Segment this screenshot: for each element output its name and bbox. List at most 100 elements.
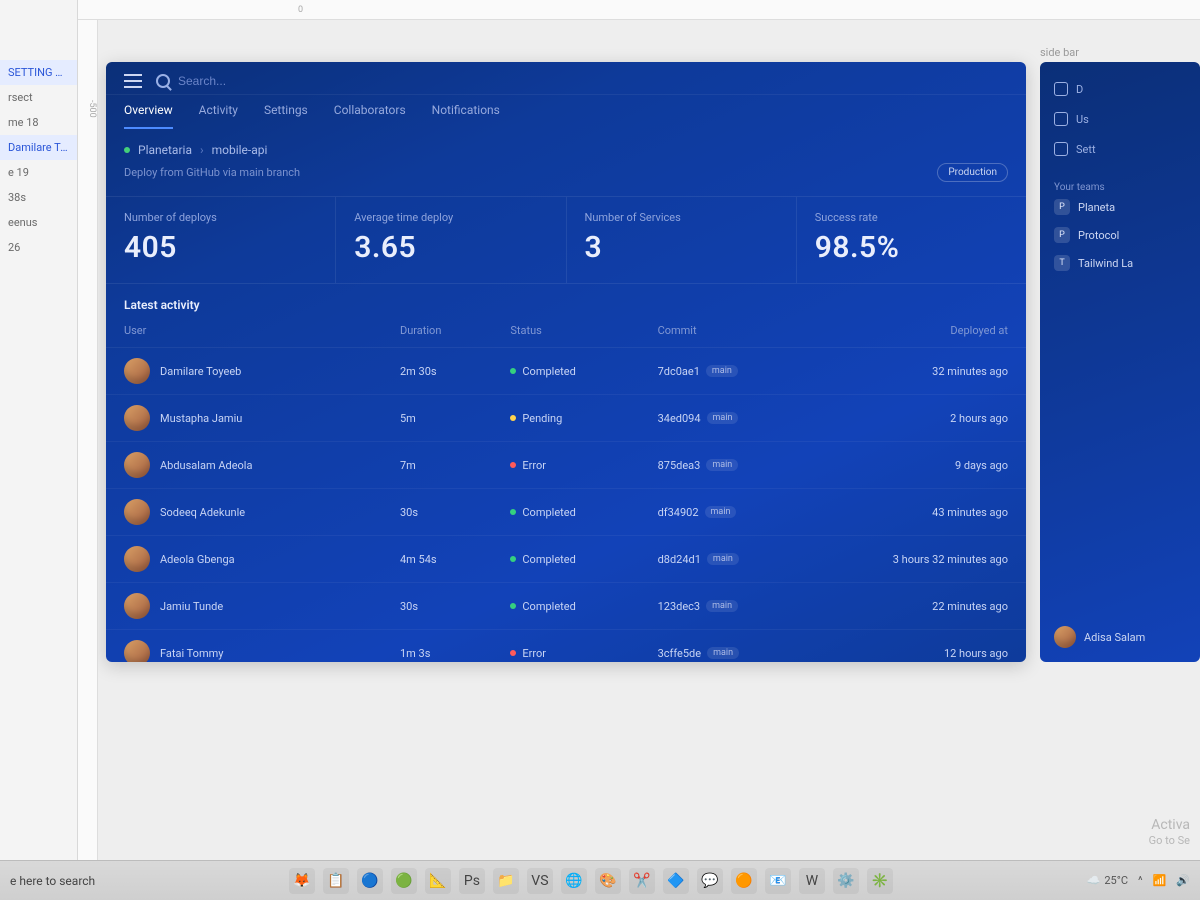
tab-notifications[interactable]: Notifications — [432, 103, 500, 129]
taskbar-app-icon[interactable]: 🎨 — [595, 868, 621, 894]
taskbar-app-icon[interactable]: 💬 — [697, 868, 723, 894]
cloud-icon: ☁️ — [1087, 874, 1101, 887]
deployed-cell: 32 minutes ago — [842, 348, 1026, 395]
editor-canvas[interactable]: Overview Activity Settings Collaborators… — [98, 20, 1200, 860]
layer-item[interactable]: 26 — [0, 235, 77, 260]
table-row[interactable]: Jamiu Tunde30sCompleted123dec3main22 min… — [106, 583, 1026, 630]
status-cell: Completed — [510, 365, 621, 378]
metric-deploys: Number of deploys 405 — [106, 197, 336, 283]
status-dot-icon — [510, 462, 516, 468]
taskbar-app-icon[interactable]: 🔵 — [357, 868, 383, 894]
editor-layers-panel: SETTING A... rsect me 18 Damilare To... … — [0, 0, 78, 860]
layer-item[interactable]: rsect — [0, 85, 77, 110]
watermark-line: Activa — [1149, 816, 1190, 834]
taskbar-app-icon[interactable]: Ps — [459, 868, 485, 894]
tab-collaborators[interactable]: Collaborators — [334, 103, 406, 129]
layer-item[interactable]: me 18 — [0, 110, 77, 135]
env-badge[interactable]: Production — [937, 163, 1008, 182]
table-row[interactable]: Mustapha Jamiu5mPending34ed094main2 hour… — [106, 395, 1026, 442]
chevron-up-icon[interactable]: ^ — [1138, 874, 1143, 887]
layer-item[interactable]: Damilare To... — [0, 135, 77, 160]
tab-overview[interactable]: Overview — [124, 103, 173, 129]
team-item[interactable]: TTailwind La — [1054, 249, 1186, 277]
ruler-vertical: -500 — [78, 20, 98, 860]
breadcrumb-project[interactable]: Planetaria — [138, 143, 192, 157]
commit-hash: 34ed094 — [658, 412, 701, 425]
taskbar-app-icon[interactable]: 🌐 — [561, 868, 587, 894]
search-input[interactable] — [178, 74, 338, 88]
taskbar-app-icon[interactable]: 🟢 — [391, 868, 417, 894]
tab-activity[interactable]: Activity — [199, 103, 238, 129]
metric-services: Number of Services 3 — [567, 197, 797, 283]
branch-chip[interactable]: main — [706, 365, 738, 377]
breadcrumb-item[interactable]: mobile-api — [212, 143, 268, 157]
metric-value: 405 — [124, 230, 317, 265]
table-row[interactable]: Damilare Toyeeb2m 30sCompleted7dc0ae1mai… — [106, 348, 1026, 395]
branch-chip[interactable]: main — [705, 506, 737, 518]
taskbar-app-icon[interactable]: 📋 — [323, 868, 349, 894]
taskbar-app-icon[interactable]: ⚙️ — [833, 868, 859, 894]
team-name: Protocol — [1078, 229, 1119, 242]
sidebar-item-label: Sett — [1076, 143, 1096, 156]
volume-icon[interactable]: 🔊 — [1176, 874, 1190, 887]
users-icon — [1054, 112, 1068, 126]
layer-item[interactable]: eenus — [0, 210, 77, 235]
taskbar-icons: 🦊 📋 🔵 🟢 📐 Ps 📁 VS 🌐 🎨 ✂️ 🔷 💬 🟠 📧 W ⚙️ ✳️ — [289, 868, 893, 894]
menu-icon[interactable] — [124, 74, 142, 88]
metric-label: Average time deploy — [354, 211, 547, 224]
taskbar-app-icon[interactable]: 📧 — [765, 868, 791, 894]
sidebar-nav-item[interactable]: Us — [1054, 104, 1186, 134]
team-item[interactable]: PProtocol — [1054, 221, 1186, 249]
team-chip: P — [1054, 199, 1070, 215]
branch-chip[interactable]: main — [706, 600, 738, 612]
status-dot-icon — [510, 556, 516, 562]
taskbar-app-icon[interactable]: W — [799, 868, 825, 894]
branch-chip[interactable]: main — [706, 459, 738, 471]
status-text: Completed — [522, 365, 575, 378]
taskbar-app-icon[interactable]: 🟠 — [731, 868, 757, 894]
status-cell: Completed — [510, 553, 621, 566]
activity-table: User Duration Status Commit Deployed at … — [106, 318, 1026, 662]
profile[interactable]: Adisa Salam — [1054, 626, 1145, 648]
search-wrap — [156, 74, 338, 88]
taskbar-app-icon[interactable]: 🦊 — [289, 868, 315, 894]
wifi-icon[interactable]: 📶 — [1153, 874, 1167, 887]
taskbar-weather[interactable]: ☁️ 25°C — [1087, 874, 1128, 887]
sidebar-frame: D Us Sett Your teams PPlaneta PProtocol … — [1040, 62, 1200, 662]
table-row[interactable]: Fatai Tommy1m 3sError3cffe5demain12 hour… — [106, 630, 1026, 663]
deploy-source: Deploy from GitHub via main branch — [124, 166, 300, 179]
branch-chip[interactable]: main — [707, 553, 739, 565]
taskbar-app-icon[interactable]: 📐 — [425, 868, 451, 894]
status-cell: Error — [510, 459, 621, 472]
taskbar-app-icon[interactable]: ✳️ — [867, 868, 893, 894]
taskbar-app-icon[interactable]: 📁 — [493, 868, 519, 894]
table-row[interactable]: Adeola Gbenga4m 54sCompletedd8d24d1main3… — [106, 536, 1026, 583]
sidebar-nav-item[interactable]: Sett — [1054, 134, 1186, 164]
taskbar-app-icon[interactable]: ✂️ — [629, 868, 655, 894]
tab-settings[interactable]: Settings — [264, 103, 308, 129]
metric-value: 3.65 — [354, 230, 547, 265]
sidebar-item-label: Us — [1076, 113, 1089, 126]
commit-cell: 123dec3 main — [658, 600, 824, 613]
dashboard-frame: Overview Activity Settings Collaborators… — [106, 62, 1026, 662]
layer-item[interactable]: e 19 — [0, 160, 77, 185]
branch-chip[interactable]: main — [707, 412, 739, 424]
sidebar-nav-item[interactable]: D — [1054, 74, 1186, 104]
branch-chip[interactable]: main — [707, 647, 739, 659]
commit-hash: 123dec3 — [658, 600, 701, 613]
layer-item[interactable]: SETTING A... — [0, 60, 77, 85]
avatar — [124, 405, 150, 431]
taskbar-app-icon[interactable]: 🔷 — [663, 868, 689, 894]
metric-label: Success rate — [815, 211, 1008, 224]
status-text: Completed — [522, 553, 575, 566]
table-row[interactable]: Sodeeq Adekunle30sCompleteddf34902main43… — [106, 489, 1026, 536]
user-name: Damilare Toyeeb — [160, 365, 241, 378]
breadcrumb-sep: › — [200, 143, 204, 157]
taskbar-app-icon[interactable]: VS — [527, 868, 553, 894]
team-item[interactable]: PPlaneta — [1054, 193, 1186, 221]
table-row[interactable]: Abdusalam Adeola7mError875dea3main9 days… — [106, 442, 1026, 489]
col-status: Status — [492, 318, 639, 348]
taskbar-search-hint[interactable]: e here to search — [10, 874, 95, 888]
layer-item[interactable]: 38s — [0, 185, 77, 210]
search-icon — [156, 74, 170, 88]
